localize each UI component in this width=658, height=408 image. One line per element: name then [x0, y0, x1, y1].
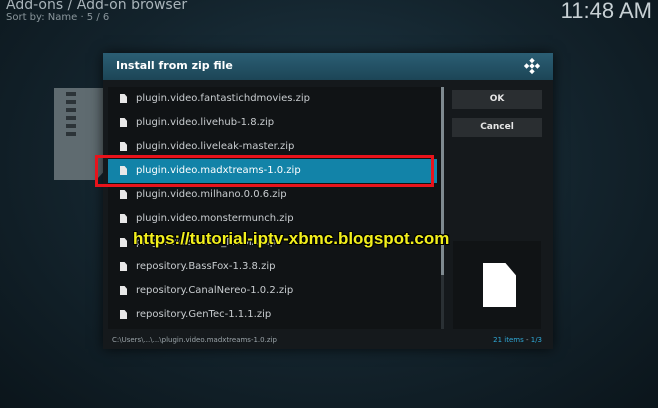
- item-count-value: 21 items: [493, 336, 524, 344]
- file-icon: [120, 286, 127, 295]
- file-icon: [120, 238, 127, 247]
- cancel-button[interactable]: Cancel: [452, 118, 542, 137]
- list-item[interactable]: repository.GenTec-1.1.1.zip: [108, 303, 437, 327]
- list-item[interactable]: plugin.video.liveleak-master.zip: [108, 135, 437, 159]
- page-indicator: 1/3: [530, 336, 542, 344]
- list-item[interactable]: plugin.video.fantastichdmovies.zip: [108, 87, 437, 111]
- file-preview: [453, 241, 541, 329]
- sort-info: Sort by: Name · 5 / 6: [6, 12, 110, 23]
- list-item[interactable]: plugin.video.milhano.0.0.6.zip: [108, 183, 437, 207]
- list-item[interactable]: repository.CanalNereo-1.0.2.zip: [108, 279, 437, 303]
- file-icon: [120, 166, 127, 175]
- file-icon: [120, 262, 127, 271]
- file-name: plugin.video.liveleak-master.zip: [136, 141, 295, 152]
- file-name: plugin.video.madxtreams-1.0.zip: [136, 165, 301, 176]
- file-name: plugin.video.monstermunch.zip: [136, 213, 294, 224]
- file-name: repository.CanalNereo-1.0.2.zip: [136, 285, 294, 296]
- file-name: repository.GenTec-1.1.1.zip: [136, 309, 272, 320]
- watermark-url: https://tutorial-iptv-xbmc.blogspot.com: [133, 229, 450, 248]
- list-item-focused[interactable]: plugin.video.madxtreams-1.0.zip: [108, 159, 437, 183]
- file-icon: [120, 142, 127, 151]
- file-list[interactable]: plugin.video.fantastichdmovies.zip plugi…: [108, 87, 444, 329]
- file-name: repository.BassFox-1.3.8.zip: [136, 261, 276, 272]
- file-icon: [120, 190, 127, 199]
- dialog-header: Install from zip file: [103, 53, 553, 80]
- list-item[interactable]: plugin.video.monstermunch.zip: [108, 207, 437, 231]
- ok-button[interactable]: OK: [452, 90, 542, 109]
- scrollbar[interactable]: [441, 87, 444, 329]
- clock: 11:48 AM: [560, 0, 652, 23]
- file-name: plugin.video.fantastichdmovies.zip: [136, 93, 311, 104]
- file-icon: [120, 94, 127, 103]
- dialog-title: Install from zip file: [116, 59, 233, 72]
- file-icon: [120, 118, 127, 127]
- item-count: 21 items - 1/3: [493, 336, 542, 344]
- kodi-logo-icon: [523, 57, 541, 75]
- file-name: plugin.video.livehub-1.8.zip: [136, 117, 275, 128]
- file-icon: [120, 214, 127, 223]
- selected-path: C:\Users\...\...\plugin.video.madxtreams…: [112, 336, 277, 344]
- list-item[interactable]: plugin.video.livehub-1.8.zip: [108, 111, 437, 135]
- list-item[interactable]: repository.BassFox-1.3.8.zip: [108, 255, 437, 279]
- document-icon: [483, 263, 516, 307]
- install-from-zip-dialog: Install from zip file plugin.video.fanta…: [103, 53, 553, 349]
- zip-teeth-icon: [66, 92, 76, 138]
- file-name: plugin.video.milhano.0.0.6.zip: [136, 189, 287, 200]
- file-icon: [120, 310, 127, 319]
